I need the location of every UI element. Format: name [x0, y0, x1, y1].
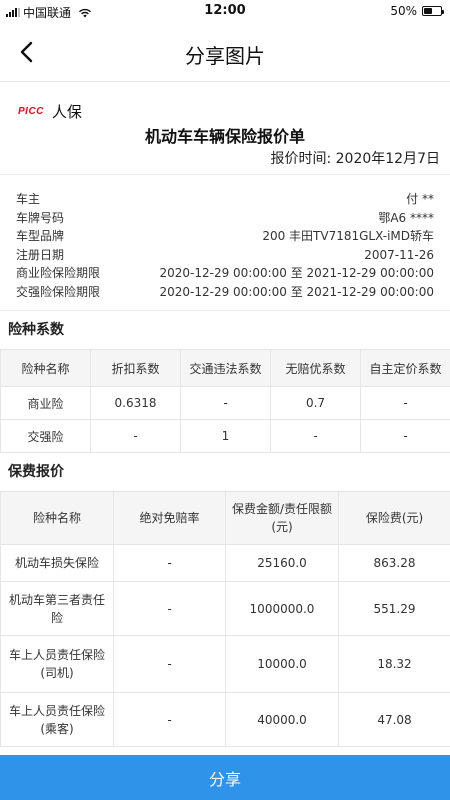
- table-cell: 25160.0: [225, 544, 339, 582]
- info-label: 交强险保险期限: [16, 284, 101, 299]
- premium-title: 保费报价: [8, 464, 64, 480]
- table-row: 机动车损失保险 - 25160.0 863.28: [0, 544, 450, 582]
- column-header: 无赔优系数: [270, 349, 361, 387]
- column-header: 保险费(元): [338, 491, 450, 545]
- info-row-owner: 车主 付 **: [16, 190, 434, 209]
- info-row-model: 车型品牌 200 丰田TV7181GLX-iMD轿车: [16, 227, 434, 246]
- table-cell: 18.32: [338, 635, 450, 693]
- battery-percent: 50%: [390, 4, 417, 18]
- table-row: 车上人员责任保险(乘客) - 40000.0 47.08: [0, 692, 450, 747]
- table-cell: -: [113, 692, 226, 747]
- table-row: 车上人员责任保险(司机) - 10000.0 18.32: [0, 635, 450, 693]
- brand: PICC 人保: [18, 101, 82, 122]
- info-value: 200 丰田TV7181GLX-iMD轿车: [262, 229, 434, 243]
- column-header: 交通违法系数: [180, 349, 271, 387]
- battery-icon: [422, 6, 444, 16]
- info-row-commercial-period: 商业险保险期限 2020-12-29 00:00:00 至 2021-12-29…: [16, 264, 434, 283]
- table-cell: -: [113, 635, 226, 693]
- info-value: 2020-12-29 00:00:00 至 2021-12-29 00:00:0…: [159, 266, 434, 280]
- table-cell: 机动车第三者责任险: [0, 581, 114, 636]
- info-label: 注册日期: [16, 247, 65, 262]
- table-cell: 车上人员责任保险(乘客): [0, 692, 114, 747]
- coefficients-table: 险种名称 折扣系数 交通违法系数 无赔优系数 自主定价系数 商业险 0.6318…: [0, 349, 450, 453]
- premium-table: 险种名称 绝对免赔率 保费金额/责任限额(元) 保险费(元) 机动车损失保险 -…: [0, 491, 450, 747]
- quote-header: PICC 人保 机动车车辆保险报价单 报价时间: 2020年12月7日: [0, 83, 450, 175]
- table-cell: 车上人员责任保险(司机): [0, 635, 114, 693]
- info-value: 2007-11-26: [364, 247, 434, 262]
- info-label: 车主: [16, 192, 41, 206]
- table-cell: 机动车损失保险: [0, 544, 114, 582]
- info-label: 车牌号码: [16, 210, 65, 225]
- table-cell: -: [360, 386, 450, 420]
- table-cell: -: [180, 386, 271, 420]
- status-right: 50%: [390, 4, 444, 18]
- column-header: 保费金额/责任限额(元): [225, 491, 339, 545]
- table-cell: -: [113, 544, 226, 582]
- quote-content[interactable]: PICC 人保 机动车车辆保险报价单 报价时间: 2020年12月7日 车主 付…: [0, 83, 450, 755]
- info-value: 2020-12-29 00:00:00 至 2021-12-29 00:00:0…: [159, 284, 434, 299]
- column-header: 险种名称: [0, 491, 114, 545]
- picc-logo: PICC: [18, 106, 44, 117]
- table-header-row: 险种名称 绝对免赔率 保费金额/责任限额(元) 保险费(元): [0, 491, 450, 545]
- table-cell: 10000.0: [225, 635, 339, 693]
- table-cell: 551.29: [338, 581, 450, 636]
- clock: 12:00: [204, 3, 246, 18]
- info-row-register-date: 注册日期 2007-11-26: [16, 246, 434, 265]
- table-row: 机动车第三者责任险 - 1000000.0 551.29: [0, 581, 450, 636]
- info-row-plate: 车牌号码 鄂A6 ****: [16, 209, 434, 228]
- table-cell: 47.08: [338, 692, 450, 747]
- status-bar: 中国联通 12:00 50%: [0, 0, 450, 22]
- column-header: 险种名称: [0, 349, 91, 387]
- column-header: 折扣系数: [90, 349, 181, 387]
- table-cell: 1: [180, 419, 271, 453]
- table-row: 商业险 0.6318 - 0.7 -: [0, 386, 450, 420]
- page-title: 分享图片: [185, 44, 265, 68]
- coefficients-title: 险种系数: [8, 322, 64, 338]
- info-value: 付 **: [406, 192, 434, 206]
- info-label: 车型品牌: [16, 229, 65, 243]
- table-cell: -: [113, 581, 226, 636]
- column-header: 自主定价系数: [360, 349, 450, 387]
- table-cell: 商业险: [0, 386, 91, 420]
- share-button[interactable]: 分享: [0, 755, 450, 800]
- table-cell: 863.28: [338, 544, 450, 582]
- table-header-row: 险种名称 折扣系数 交通违法系数 无赔优系数 自主定价系数: [0, 349, 450, 387]
- brand-name: 人保: [51, 103, 82, 121]
- table-row: 交强险 - 1 - -: [0, 419, 450, 453]
- table-cell: 40000.0: [225, 692, 339, 747]
- column-header: 绝对免赔率: [113, 491, 226, 545]
- table-cell: 0.7: [270, 386, 361, 420]
- info-label: 商业险保险期限: [16, 266, 101, 280]
- table-cell: -: [270, 419, 361, 453]
- table-cell: -: [360, 419, 450, 453]
- quote-time: 报价时间: 2020年12月7日: [270, 151, 440, 167]
- table-cell: 交强险: [0, 419, 91, 453]
- table-cell: 0.6318: [90, 386, 181, 420]
- battery-level: [424, 8, 432, 14]
- table-cell: -: [90, 419, 181, 453]
- nav-bar: 分享图片: [0, 22, 450, 82]
- info-row-compulsory-period: 交强险保险期限 2020-12-29 00:00:00 至 2021-12-29…: [16, 283, 434, 302]
- info-value: 鄂A6 ****: [378, 210, 434, 225]
- document-title: 机动车车辆保险报价单: [144, 127, 305, 146]
- table-cell: 1000000.0: [225, 581, 339, 636]
- vehicle-info: 车主 付 ** 车牌号码 鄂A6 **** 车型品牌 200 丰田TV7181G…: [0, 175, 450, 311]
